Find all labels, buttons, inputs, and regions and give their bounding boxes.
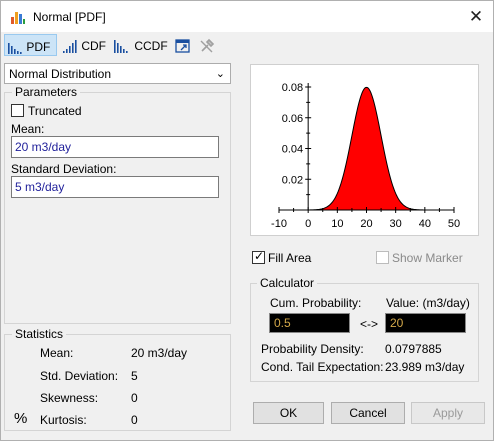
stat-mean-label: Mean: <box>40 346 74 360</box>
apply-button[interactable]: Apply <box>411 402 485 424</box>
export-window-icon[interactable] <box>175 38 191 54</box>
percent-icon[interactable]: % <box>14 410 27 427</box>
truncated-checkbox[interactable] <box>11 104 24 117</box>
mean-input-value: 20 m3/day <box>15 140 72 154</box>
sd-input-value: 5 m3/day <box>15 180 65 194</box>
title-bar: Normal [PDF] ✕ <box>0 0 494 32</box>
x-tick-label: 0 <box>305 218 311 230</box>
cdf-tab-label: CDF <box>81 38 107 53</box>
y-tick-label: 0.02 <box>282 174 303 186</box>
stat-sd-label: Std. Deviation: <box>40 369 119 383</box>
mean-label: Mean: <box>11 122 45 136</box>
statistics-group-label: Statistics <box>12 327 67 341</box>
density-label: Probability Density: <box>261 342 364 356</box>
value-label: Value: (m3/day) <box>386 296 470 310</box>
mean-input[interactable]: 20 m3/day <box>11 136 219 158</box>
x-tick-label: 10 <box>331 218 343 230</box>
ccdf-tab[interactable]: CCDF <box>111 34 169 56</box>
window-title: Normal [PDF] <box>33 10 106 24</box>
x-tick-label: 20 <box>360 218 372 230</box>
stat-skewness-label: Skewness: <box>40 391 99 405</box>
x-tick-label: 30 <box>390 218 402 230</box>
stat-kurtosis-label: Kurtosis: <box>40 413 87 427</box>
cum-prob-input-value: 0.5 <box>274 316 291 330</box>
cancel-button[interactable]: Cancel <box>331 402 405 424</box>
x-tick-label: -10 <box>271 218 287 230</box>
calc-arrow-label: <-> <box>360 317 379 331</box>
value-input[interactable]: 20 <box>385 313 466 333</box>
cum-prob-input[interactable]: 0.5 <box>269 313 350 333</box>
cdf-icon <box>63 39 77 53</box>
density-value: 0.0797885 <box>385 342 442 356</box>
ok-button[interactable]: OK <box>253 402 324 424</box>
truncated-label: Truncated <box>28 104 82 118</box>
distribution-select[interactable]: Normal Distribution ⌄ <box>4 63 231 84</box>
tail-expectation-label: Cond. Tail Expectation: <box>261 360 384 374</box>
sd-input[interactable]: 5 m3/day <box>11 176 219 198</box>
pdf-tab[interactable]: PDF <box>4 34 57 56</box>
value-input-value: 20 <box>390 316 404 330</box>
sd-label: Standard Deviation: <box>11 162 117 176</box>
pdf-chart: -10 0 10 20 30 40 50 0.02 0.04 0.06 0.08 <box>271 82 460 230</box>
y-tick-label: 0.08 <box>282 82 303 94</box>
stat-sd-value: 5 <box>131 369 138 383</box>
pdf-icon <box>8 42 22 54</box>
pdf-tab-label: PDF <box>26 39 51 54</box>
stat-mean-value: 20 m3/day <box>131 346 188 360</box>
cum-prob-label: Cum. Probability: <box>270 296 362 310</box>
close-icon[interactable]: ✕ <box>465 6 487 28</box>
chart-panel: -10 0 10 20 30 40 50 0.02 0.04 0.06 0.08 <box>250 64 479 236</box>
stat-skewness-value: 0 <box>131 391 138 405</box>
distribution-value: Normal Distribution <box>9 67 112 81</box>
show-marker-label: Show Marker <box>392 251 463 265</box>
y-tick-label: 0.04 <box>282 144 303 156</box>
x-tick-label: 50 <box>448 218 460 230</box>
tools-icon[interactable] <box>199 38 215 54</box>
chevron-down-icon: ⌄ <box>215 68 225 80</box>
x-tick-label: 40 <box>419 218 431 230</box>
parameters-group-label: Parameters <box>12 85 81 99</box>
calculator-group-label: Calculator <box>257 276 318 290</box>
show-marker-checkbox[interactable] <box>376 251 389 264</box>
ccdf-icon <box>114 39 128 53</box>
ccdf-tab-label: CCDF <box>134 38 168 53</box>
cdf-tab[interactable]: CDF <box>60 34 106 56</box>
tail-expectation-value: 23.989 m3/day <box>385 360 465 374</box>
fill-area-label: Fill Area <box>268 251 312 265</box>
app-icon <box>11 12 25 24</box>
y-tick-label: 0.06 <box>282 113 303 125</box>
stat-kurtosis-value: 0 <box>131 413 138 427</box>
fill-area-checkbox[interactable] <box>252 249 265 264</box>
